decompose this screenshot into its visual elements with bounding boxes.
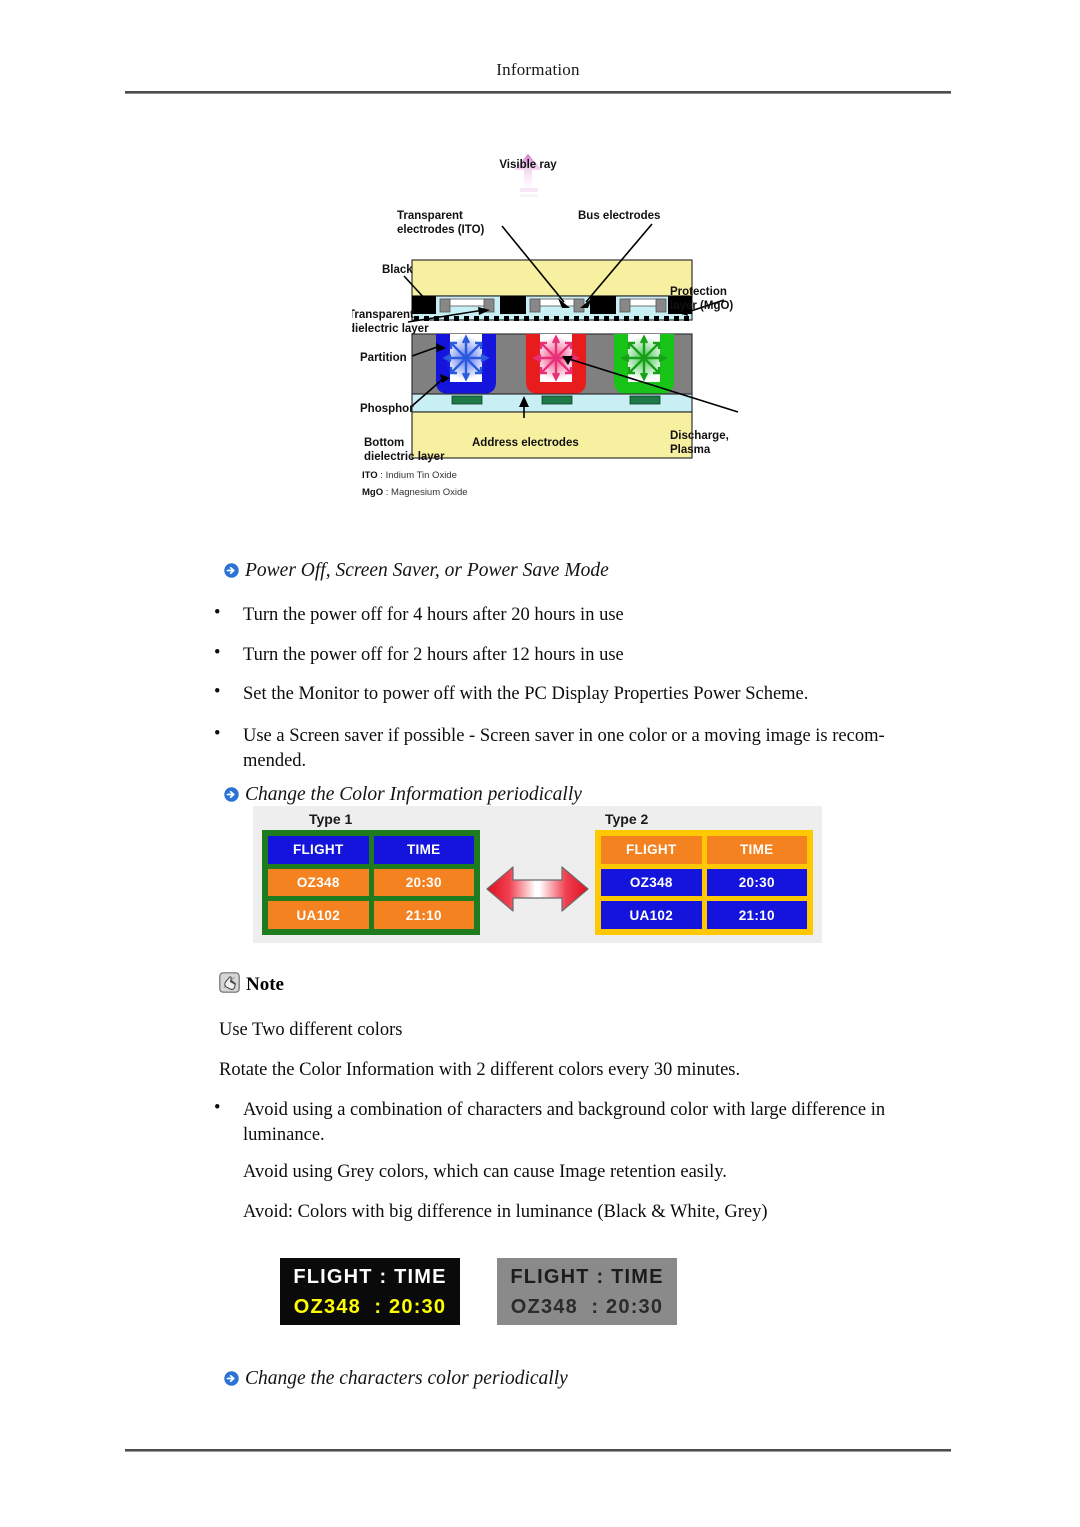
label-discharge: Discharge, — [670, 430, 729, 442]
bullet-dot: • — [214, 1098, 221, 1118]
grey-board-line-2: OZ348 : 20:30 — [510, 1295, 664, 1318]
page-header: Information — [125, 60, 951, 80]
svg-text:dielectric layer: dielectric layer — [352, 323, 429, 335]
note-line-1: Rotate the Color Information with 2 diff… — [219, 1060, 741, 1080]
power-item-1: Turn the power off for 2 hours after 12 … — [243, 645, 624, 665]
label-black: Black — [382, 264, 413, 276]
power-item-0: Turn the power off for 4 hours after 20 … — [243, 605, 624, 625]
arrow-bullet-icon — [224, 563, 239, 578]
svg-text:Plasma: Plasma — [670, 444, 711, 456]
note-extra-1: Avoid: Colors with big difference in lum… — [243, 1202, 768, 1222]
footer-divider — [125, 1449, 951, 1452]
header-divider — [125, 91, 951, 94]
label-transparent-electrodes: Transparent — [397, 210, 463, 222]
type2-cell-2110: 21:10 — [706, 901, 807, 929]
label-address-electrodes: Address electrodes — [472, 437, 579, 449]
label-bottom-dielectric: Bottom — [364, 437, 404, 449]
manual-page: Information Visible ray Transparent elec… — [0, 0, 1080, 1527]
type2-cell-flight: FLIGHT — [601, 836, 702, 864]
note-bullet-item: Avoid using a combination of characters … — [243, 1100, 886, 1145]
heading-change-characters-color: Change the characters color periodically — [245, 1368, 568, 1389]
note-label: Note — [246, 974, 284, 995]
note-line-0: Use Two different colors — [219, 1020, 403, 1040]
double-arrow-horizontal-icon — [485, 863, 590, 915]
type1-cell-time: TIME — [373, 836, 474, 864]
label-bus-electrodes: Bus electrodes — [578, 210, 660, 222]
label-transparent-dielectric: Transparent — [352, 309, 414, 321]
color-information-figure: Type 1 FLIGHT TIME OZ348 20:30 UA102 21:… — [253, 806, 822, 943]
svg-text:electrodes (ITO): electrodes (ITO) — [397, 224, 485, 236]
svg-text:dielectric layer: dielectric layer — [364, 451, 445, 463]
type1-cell-oz348: OZ348 — [268, 868, 369, 897]
legend-ito: ITO : Indium Tin Oxide — [362, 470, 457, 481]
heading-power-off: Power Off, Screen Saver, or Power Save M… — [245, 560, 609, 581]
arrow-bullet-icon — [224, 787, 239, 802]
page-title: Information — [496, 60, 580, 79]
svg-text:layer (MgO): layer (MgO) — [670, 300, 733, 312]
note-block: Note — [219, 972, 284, 998]
label-protection: Protection — [670, 286, 727, 298]
type2-panel: FLIGHT TIME OZ348 20:30 UA102 21:10 — [595, 830, 813, 935]
dark-board-line-1: FLIGHT : TIME — [293, 1265, 447, 1288]
bullet-dot: • — [214, 643, 221, 663]
power-item-2: Set the Monitor to power off with the PC… — [243, 684, 809, 704]
power-item-3: Use a Screen saver if possible - Screen … — [243, 726, 885, 771]
type1-panel: FLIGHT TIME OZ348 20:30 UA102 21:10 — [262, 830, 480, 935]
type1-cell-2030: 20:30 — [373, 868, 474, 897]
type2-cell-time: TIME — [706, 836, 807, 864]
label-phosphor: Phosphor — [360, 403, 414, 415]
bullet-dot: • — [214, 682, 221, 702]
grey-board-line-1: FLIGHT : TIME — [510, 1265, 664, 1288]
type1-cell-2110: 21:10 — [373, 901, 474, 929]
type1-cell-flight: FLIGHT — [268, 836, 369, 864]
sample-board-dark: FLIGHT : TIME OZ348 : 20:30 — [280, 1258, 460, 1325]
arrow-bullet-icon — [224, 1371, 239, 1386]
type2-cell-oz348: OZ348 — [601, 868, 702, 897]
note-extra-0: Avoid using Grey colors, which can cause… — [243, 1162, 727, 1182]
legend-mgo: MgO : Magnesium Oxide — [362, 487, 468, 498]
type1-label: Type 1 — [309, 811, 353, 827]
type2-cell-2030: 20:30 — [706, 868, 807, 897]
dark-board-line-2: OZ348 : 20:30 — [293, 1295, 447, 1318]
label-visible-ray: Visible ray — [499, 159, 557, 171]
bullet-dot: • — [214, 603, 221, 623]
label-partition: Partition — [360, 352, 407, 364]
pdp-structure-diagram: Visible ray Transparent electrodes (ITO)… — [352, 150, 752, 500]
heading-change-color-information: Change the Color Information periodicall… — [245, 784, 582, 805]
type1-cell-ua102: UA102 — [268, 901, 369, 929]
type2-cell-ua102: UA102 — [601, 901, 702, 929]
note-hand-icon — [219, 972, 240, 998]
type2-label: Type 2 — [605, 811, 649, 827]
sample-board-grey: FLIGHT : TIME OZ348 : 20:30 — [497, 1258, 677, 1325]
bullet-dot: • — [214, 724, 221, 744]
